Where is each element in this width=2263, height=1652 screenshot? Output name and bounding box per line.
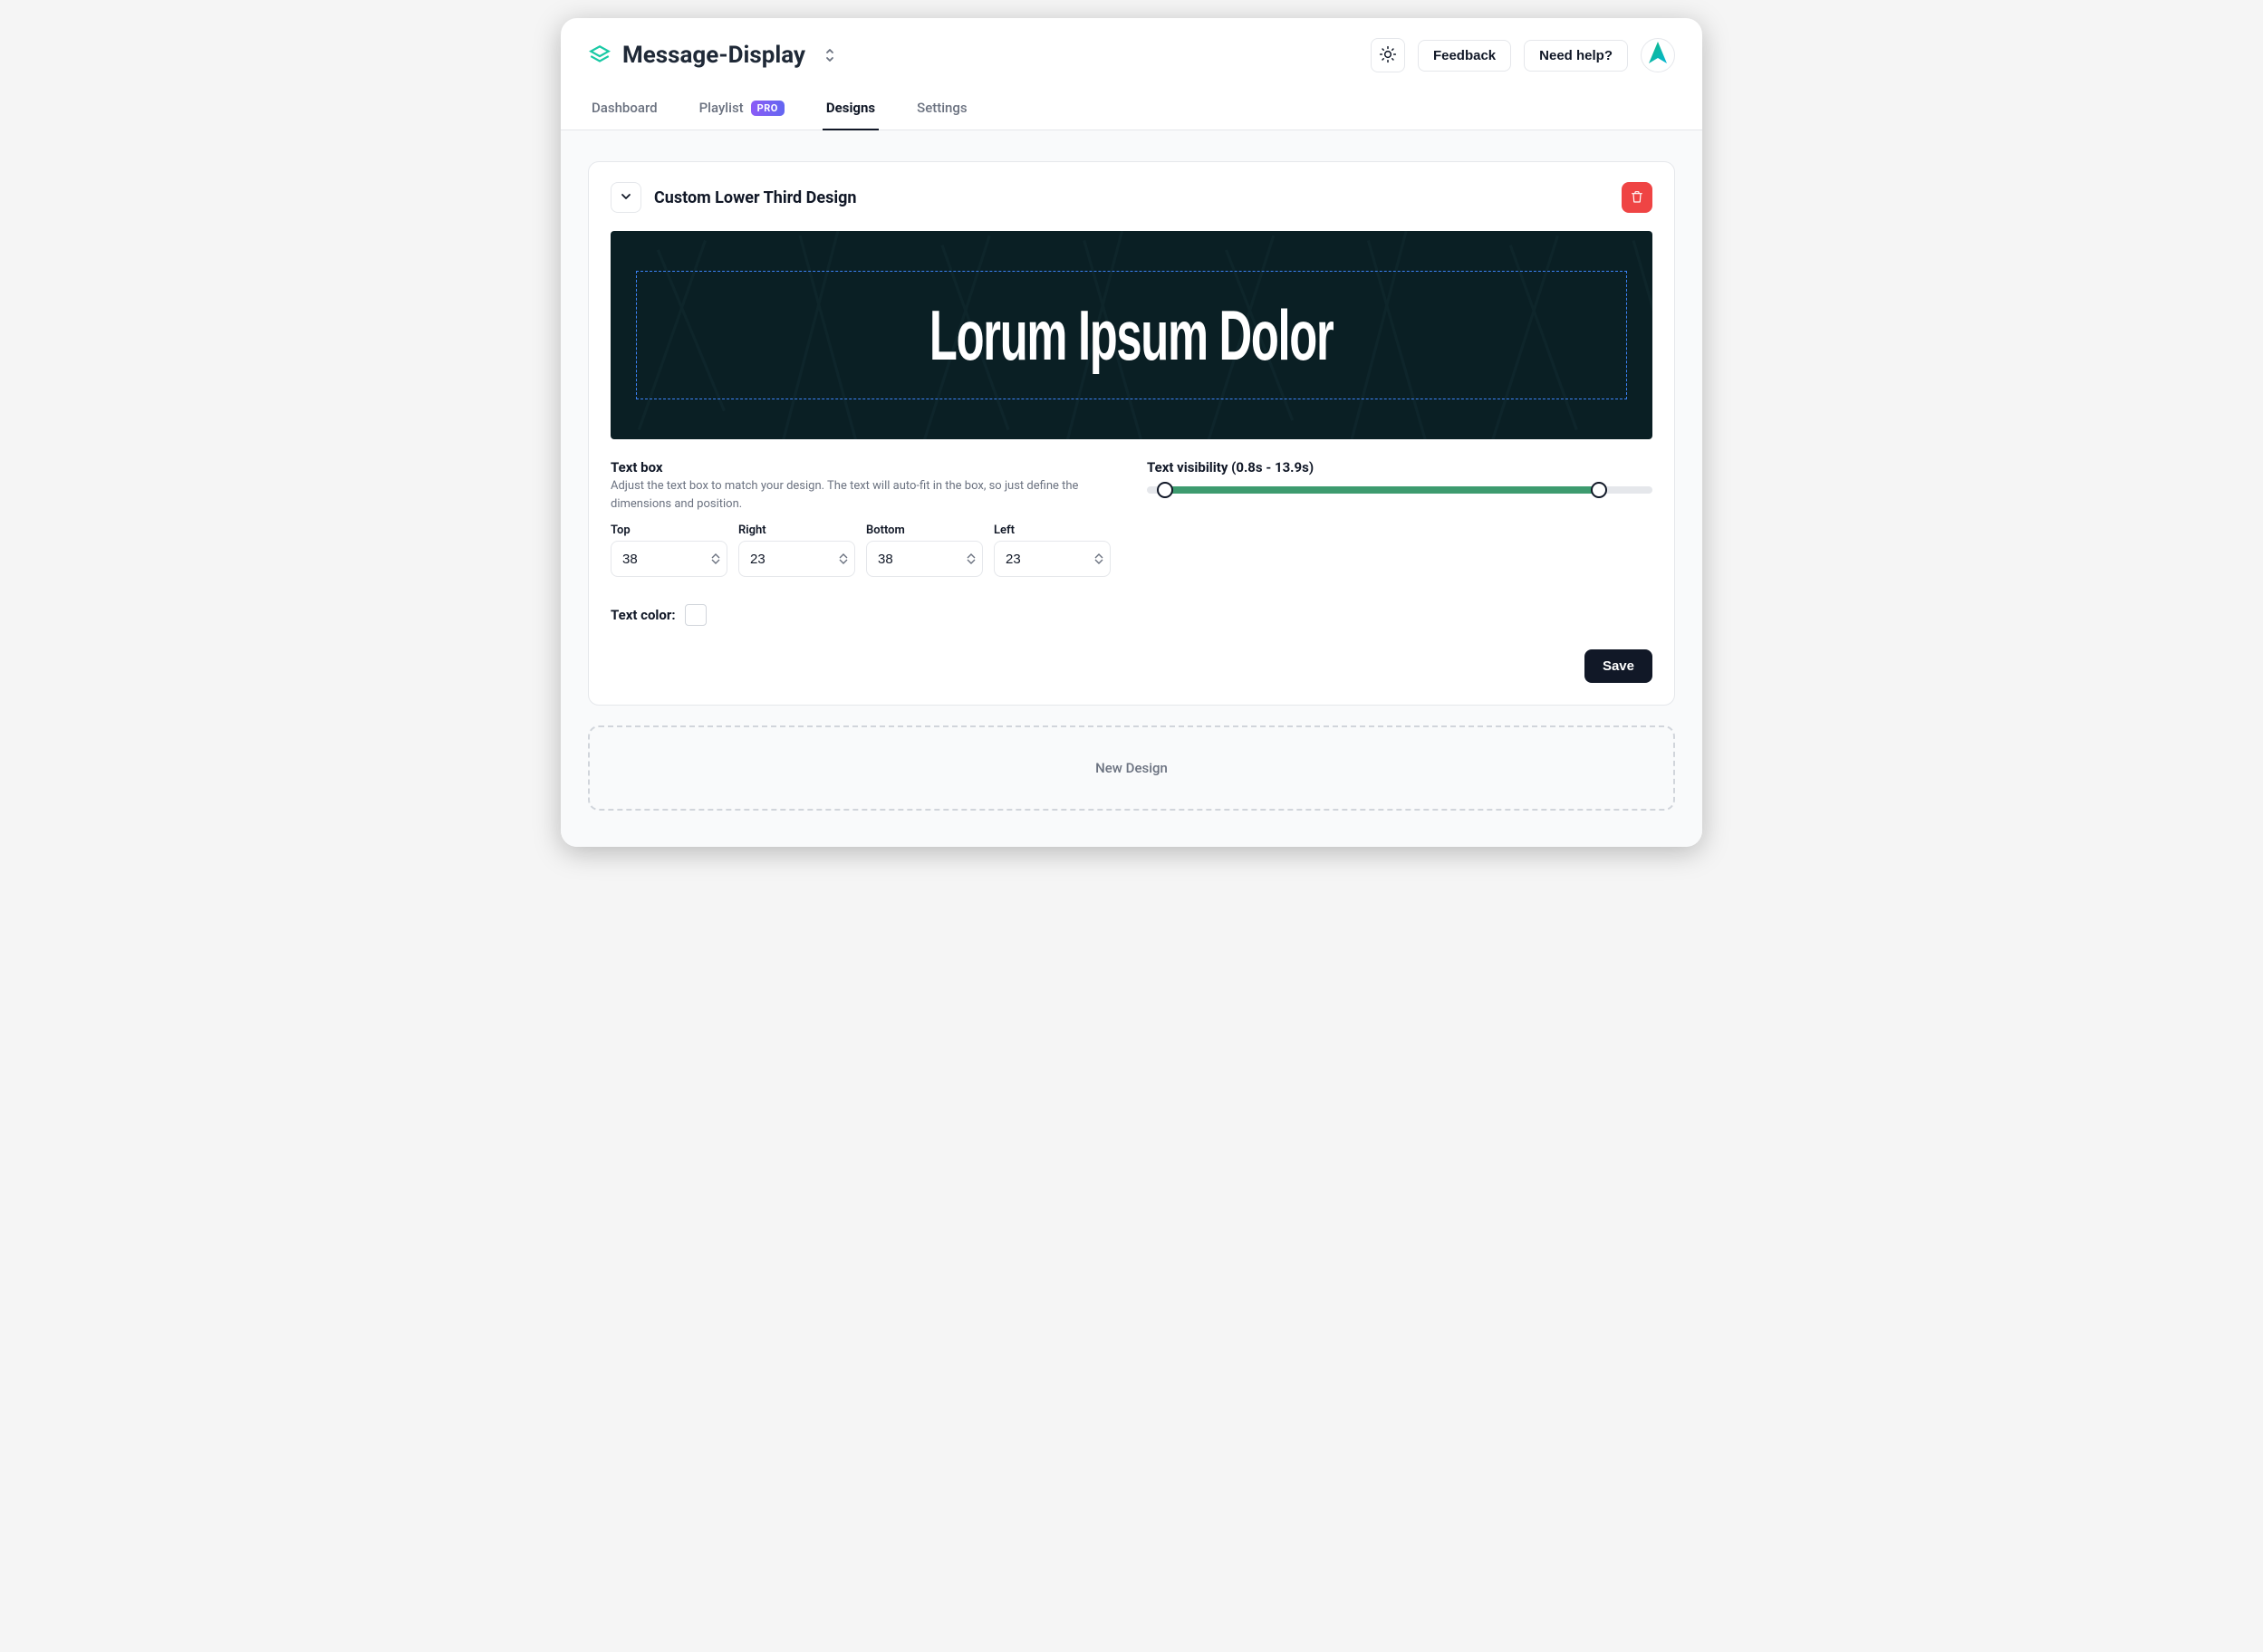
dim-top: Top bbox=[611, 523, 727, 577]
text-color-row: Text color: bbox=[611, 604, 1111, 626]
tab-designs-label: Designs bbox=[826, 100, 875, 116]
slider-fill bbox=[1165, 486, 1600, 494]
dim-left: Left bbox=[994, 523, 1111, 577]
brand-selector[interactable]: Message-Display bbox=[588, 42, 840, 69]
dim-bottom-input[interactable] bbox=[866, 541, 983, 577]
dim-bottom-label: Bottom bbox=[866, 523, 983, 537]
theme-toggle-button[interactable] bbox=[1371, 38, 1405, 72]
tab-playlist-label: Playlist bbox=[699, 100, 744, 116]
brand-title: Message-Display bbox=[622, 42, 805, 69]
avatar-icon bbox=[1647, 40, 1669, 71]
trash-icon bbox=[1630, 189, 1644, 206]
preview-text: Lorum Ipsum Dolor bbox=[929, 294, 1333, 377]
chevron-up-down-icon bbox=[820, 45, 840, 65]
visibility-label: Text visibility (0.8s - 13.9s) bbox=[1147, 459, 1652, 475]
visibility-slider[interactable] bbox=[1147, 481, 1652, 499]
sun-icon bbox=[1379, 45, 1397, 66]
controls: Text box Adjust the text box to match yo… bbox=[611, 459, 1652, 626]
new-design-button[interactable]: New Design bbox=[588, 725, 1675, 811]
tab-settings[interactable]: Settings bbox=[913, 91, 971, 130]
design-preview: Lorum Ipsum Dolor bbox=[611, 231, 1652, 439]
textbox-desc: Adjust the text box to match your design… bbox=[611, 477, 1111, 513]
textbox-controls: Text box Adjust the text box to match yo… bbox=[611, 459, 1111, 626]
app-window: Message-Display Feedback Need help? Dash… bbox=[561, 18, 1702, 847]
preview-textbox-outline: Lorum Ipsum Dolor bbox=[636, 271, 1627, 399]
topbar-right: Feedback Need help? bbox=[1371, 38, 1675, 72]
pro-badge: PRO bbox=[751, 101, 785, 116]
tab-dashboard-label: Dashboard bbox=[592, 100, 658, 116]
text-color-label: Text color: bbox=[611, 607, 676, 623]
card-header: Custom Lower Third Design bbox=[611, 182, 1652, 213]
dim-left-label: Left bbox=[994, 523, 1111, 537]
tab-designs[interactable]: Designs bbox=[823, 91, 879, 130]
page-body: Custom Lower Third Design bbox=[561, 130, 1702, 847]
design-card: Custom Lower Third Design bbox=[588, 161, 1675, 706]
need-help-button[interactable]: Need help? bbox=[1524, 40, 1628, 72]
topbar: Message-Display Feedback Need help? bbox=[561, 18, 1702, 82]
tab-playlist[interactable]: Playlist PRO bbox=[696, 91, 788, 130]
new-design-label: New Design bbox=[1095, 760, 1168, 776]
textbox-label: Text box bbox=[611, 459, 1111, 475]
dim-right: Right bbox=[738, 523, 855, 577]
feedback-button[interactable]: Feedback bbox=[1418, 40, 1511, 72]
dim-right-label: Right bbox=[738, 523, 855, 537]
brand-icon bbox=[588, 43, 611, 67]
text-color-swatch[interactable] bbox=[685, 604, 707, 626]
slider-handle-max[interactable] bbox=[1591, 482, 1607, 498]
save-row: Save bbox=[611, 649, 1652, 683]
collapse-toggle[interactable] bbox=[611, 182, 641, 213]
dim-top-input[interactable] bbox=[611, 541, 727, 577]
tab-settings-label: Settings bbox=[917, 100, 968, 116]
slider-track bbox=[1147, 486, 1652, 494]
dim-top-label: Top bbox=[611, 523, 727, 537]
dim-left-input[interactable] bbox=[994, 541, 1111, 577]
chevron-down-icon bbox=[620, 189, 632, 206]
dim-bottom: Bottom bbox=[866, 523, 983, 577]
dim-right-input[interactable] bbox=[738, 541, 855, 577]
card-title: Custom Lower Third Design bbox=[654, 188, 1609, 207]
slider-handle-min[interactable] bbox=[1157, 482, 1173, 498]
visibility-controls: Text visibility (0.8s - 13.9s) bbox=[1147, 459, 1652, 626]
avatar[interactable] bbox=[1641, 38, 1675, 72]
delete-button[interactable] bbox=[1622, 182, 1652, 213]
dimension-fields: Top Right bbox=[611, 523, 1111, 577]
tabs: Dashboard Playlist PRO Designs Settings bbox=[561, 82, 1702, 130]
save-button[interactable]: Save bbox=[1584, 649, 1652, 683]
tab-dashboard[interactable]: Dashboard bbox=[588, 91, 661, 130]
